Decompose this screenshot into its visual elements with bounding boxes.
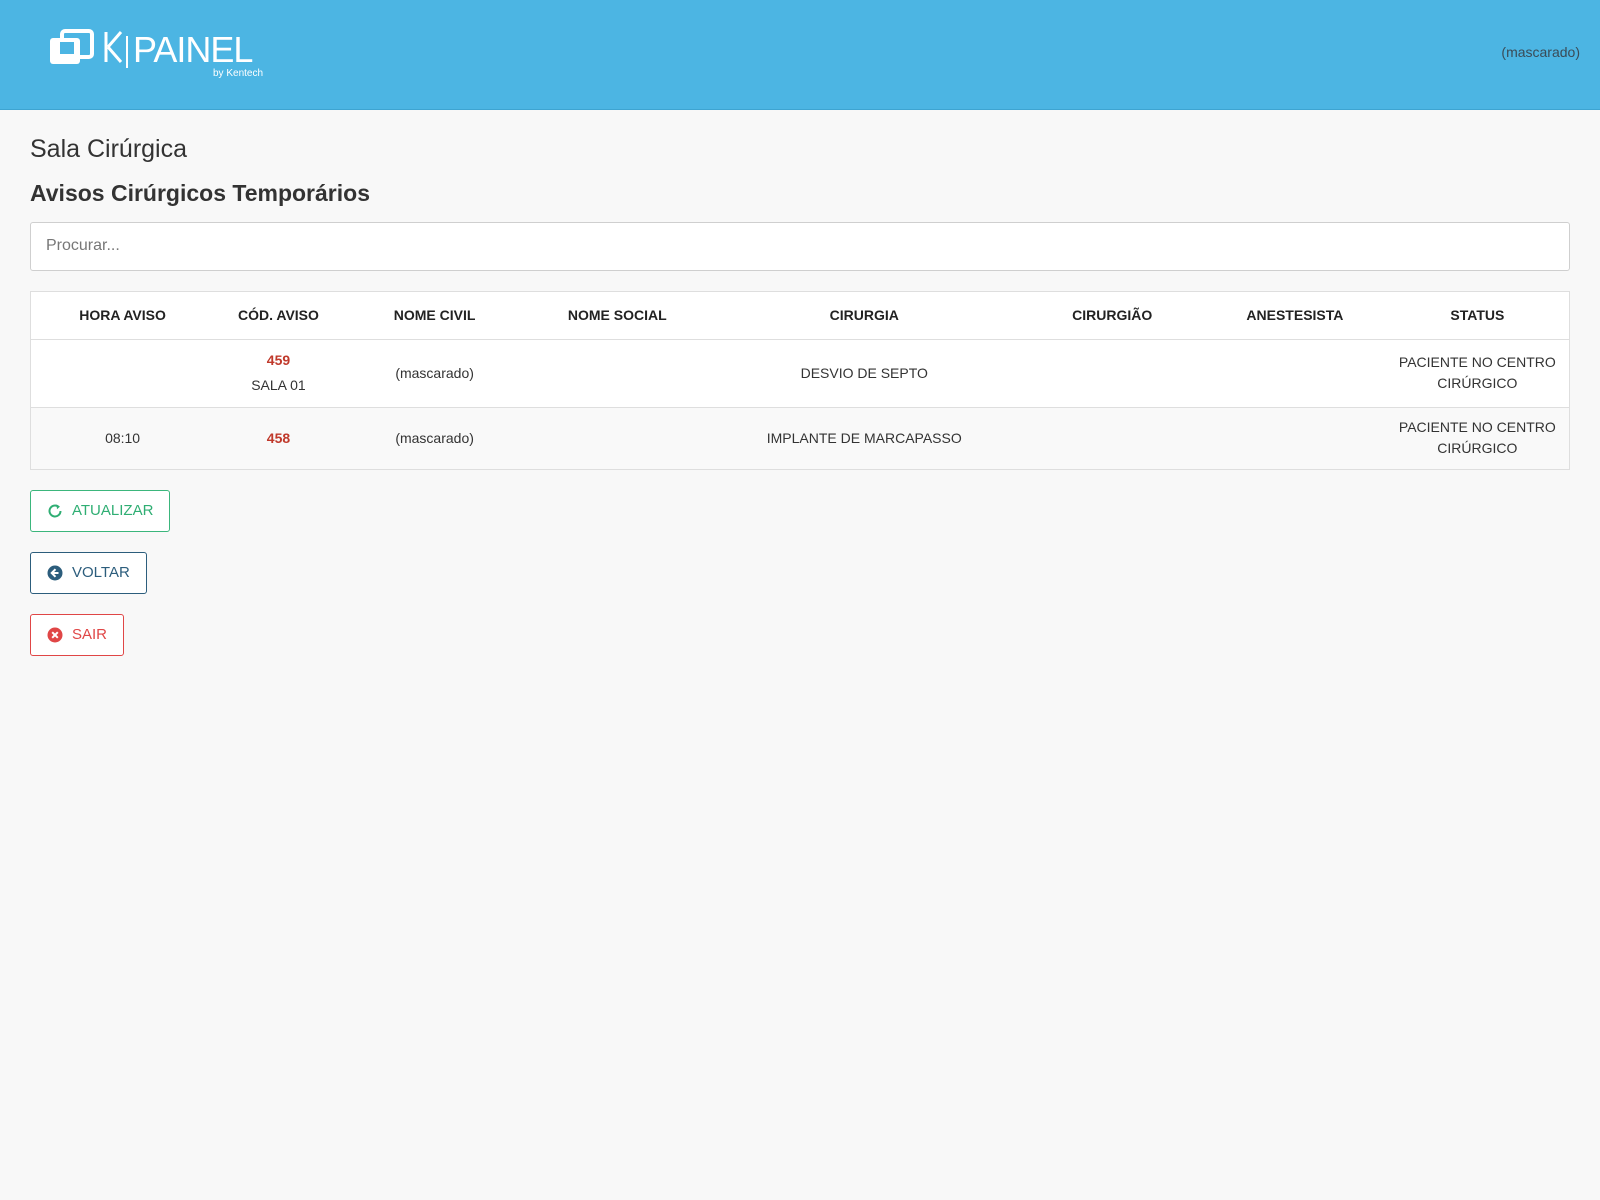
sair-label: SAIR <box>72 626 108 644</box>
column-header-status[interactable]: STATUS <box>1385 291 1570 340</box>
cell-nome-civil: (mascarado) <box>342 339 527 408</box>
cell-hora-aviso: 08:10 <box>30 407 215 470</box>
cell-status: PACIENTE NO CENTRO CIRÚRGICO <box>1385 407 1570 470</box>
table-row[interactable]: 459 SALA 01 (mascarado) DESVIO DE SEPTO … <box>30 339 1570 408</box>
atualizar-label: ATUALIZAR <box>72 502 154 520</box>
cell-cirurgiao <box>1020 407 1205 470</box>
column-header-nome-social[interactable]: NOME SOCIAL <box>526 291 709 340</box>
cell-anestesista <box>1204 407 1386 470</box>
main-content: Sala Cirúrgica Avisos Cirúrgicos Temporá… <box>30 110 1570 656</box>
svg-text:by Kentech: by Kentech <box>213 68 263 79</box>
cell-nome-civil: (mascarado) <box>342 407 527 470</box>
atualizar-button[interactable]: ATUALIZAR <box>30 489 171 532</box>
table-row[interactable]: 08:10 458 (mascarado) IMPLANTE DE MARCAP… <box>30 407 1570 470</box>
refresh-icon <box>47 503 63 519</box>
cell-cirurgiao <box>1020 339 1205 408</box>
svg-text:PAINEL: PAINEL <box>133 29 252 70</box>
aviso-room: SALA 01 <box>251 377 306 394</box>
cell-anestesista <box>1204 339 1386 408</box>
section-title: Avisos Cirúrgicos Temporários <box>30 180 370 206</box>
aviso-code: 459 <box>266 352 291 369</box>
cell-nome-social <box>526 407 709 470</box>
cell-hora-aviso <box>30 339 215 408</box>
cell-cirurgia: IMPLANTE DE MARCAPASSO <box>708 407 1021 470</box>
page-title: Sala Cirúrgica <box>30 135 188 163</box>
avisos-table: HORA AVISO CÓD. AVISO NOME CIVIL NOME SO… <box>30 290 1570 470</box>
cell-cod-aviso: 458 <box>214 407 343 470</box>
cell-status: PACIENTE NO CENTRO CIRÚRGICO <box>1385 339 1570 408</box>
voltar-label: VOLTAR <box>72 564 130 582</box>
kpainel-logo[interactable]: PAINEL by Kentech <box>48 26 268 82</box>
sair-button[interactable]: SAIR <box>30 613 125 656</box>
column-header-cirurgia[interactable]: CIRURGIA <box>708 291 1021 340</box>
kpainel-logo-icon: PAINEL by Kentech <box>50 29 263 79</box>
cell-nome-social <box>526 339 709 408</box>
search-input[interactable] <box>30 221 1570 271</box>
column-header-hora-aviso[interactable]: HORA AVISO <box>30 291 215 340</box>
user-name: (mascarado) <box>1501 44 1580 60</box>
column-header-anestesista[interactable]: ANESTESISTA <box>1204 291 1386 340</box>
arrow-circle-left-icon <box>47 565 63 581</box>
table-header-row: HORA AVISO CÓD. AVISO NOME CIVIL NOME SO… <box>30 291 1570 340</box>
cell-cod-aviso: 459 SALA 01 <box>214 339 343 408</box>
column-header-cirurgiao[interactable]: CIRURGIÃO <box>1020 291 1205 340</box>
aviso-code: 458 <box>266 429 291 446</box>
voltar-button[interactable]: VOLTAR <box>30 551 147 594</box>
top-header: PAINEL by Kentech (mascarado) <box>0 0 1600 110</box>
column-header-cod-aviso[interactable]: CÓD. AVISO <box>214 291 343 340</box>
times-circle-icon <box>47 627 63 643</box>
column-header-nome-civil[interactable]: NOME CIVIL <box>342 291 527 340</box>
cell-cirurgia: DESVIO DE SEPTO <box>708 339 1021 408</box>
